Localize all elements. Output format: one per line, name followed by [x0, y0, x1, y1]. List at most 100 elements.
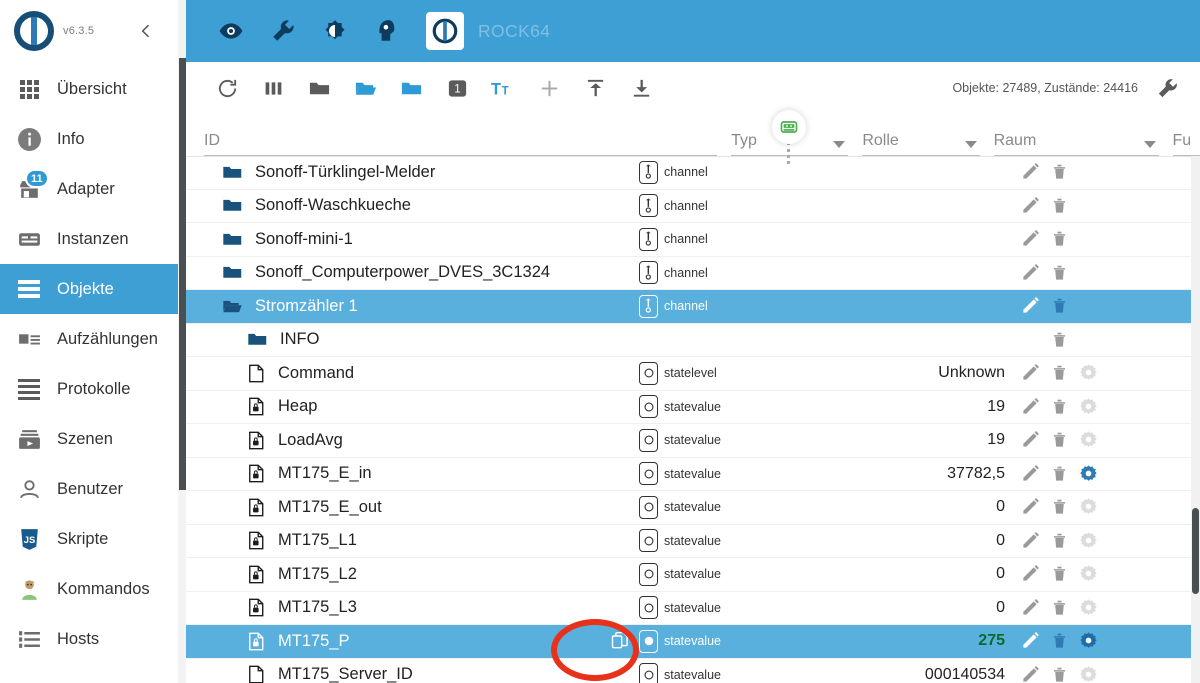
edit-icon[interactable] — [1021, 162, 1041, 182]
settings-gear-icon[interactable] — [1079, 430, 1099, 450]
settings-gear-icon[interactable] — [1079, 397, 1099, 417]
table-row[interactable]: Sonoff-Waschkueche channel — [186, 190, 1200, 224]
table-row[interactable]: Stromzähler 1 channel — [186, 290, 1200, 324]
sidebar-item-uebersicht[interactable]: Übersicht — [0, 64, 186, 114]
delete-icon[interactable] — [1050, 564, 1070, 584]
settings-gear-icon[interactable] — [1079, 531, 1099, 551]
brightness-icon[interactable] — [322, 18, 348, 44]
table-row[interactable]: MT175_P statevalue 275 — [186, 625, 1200, 659]
filter-function-select[interactable]: Fu — [1173, 132, 1200, 156]
sidebar-item-protokolle[interactable]: Protokolle — [0, 364, 186, 414]
row-name-cell[interactable]: INFO — [186, 329, 601, 350]
eye-icon[interactable] — [218, 18, 244, 44]
sidebar-item-instanzen[interactable]: Instanzen — [0, 214, 186, 264]
delete-icon[interactable] — [1050, 397, 1070, 417]
table-row[interactable]: MT175_Server_ID statevalue 000140534 — [186, 659, 1200, 683]
edit-icon[interactable] — [1021, 631, 1041, 651]
edit-icon[interactable] — [1021, 363, 1041, 383]
delete-icon[interactable] — [1050, 631, 1070, 651]
row-copy-cell[interactable] — [601, 631, 639, 651]
delete-icon[interactable] — [1050, 430, 1070, 450]
row-name-cell[interactable]: MT175_E_in — [186, 463, 601, 484]
row-name-cell[interactable]: Command — [186, 363, 601, 384]
sidebar-item-objekte[interactable]: Objekte — [0, 264, 186, 314]
table-scrollbar-track[interactable] — [1191, 156, 1200, 683]
edit-icon[interactable] — [1021, 665, 1041, 683]
edit-icon[interactable] — [1021, 598, 1041, 618]
table-scrollbar-thumb[interactable] — [1192, 508, 1199, 594]
settings-gear-icon[interactable] — [1079, 497, 1099, 517]
table-row[interactable]: MT175_L1 statevalue 0 — [186, 525, 1200, 559]
filter-room-select[interactable]: Raum — [994, 132, 1159, 156]
wrench-icon[interactable] — [270, 18, 296, 44]
delete-icon[interactable] — [1050, 665, 1070, 683]
row-name-cell[interactable]: MT175_L2 — [186, 564, 601, 585]
table-row[interactable]: MT175_E_in statevalue 37782,5 — [186, 458, 1200, 492]
settings-gear-icon[interactable] — [1079, 598, 1099, 618]
edit-icon[interactable] — [1021, 196, 1041, 216]
chevron-left-icon[interactable] — [134, 18, 158, 42]
settings-gear-icon[interactable] — [1079, 564, 1099, 584]
robot-hint-button[interactable] — [772, 110, 806, 144]
table-row[interactable]: Sonoff-Türklingel-Melder channel — [186, 156, 1200, 190]
delete-icon[interactable] — [1050, 497, 1070, 517]
delete-icon[interactable] — [1050, 296, 1070, 316]
sidebar-item-aufzaehlungen[interactable]: Aufzählungen — [0, 314, 186, 364]
sidebar-scrollbar-thumb[interactable] — [179, 58, 186, 490]
delete-icon[interactable] — [1050, 330, 1070, 350]
settings-gear-icon[interactable] — [1079, 665, 1099, 683]
edit-icon[interactable] — [1021, 464, 1041, 484]
filter-role-select[interactable]: Rolle — [862, 132, 979, 156]
edit-icon[interactable] — [1021, 263, 1041, 283]
row-name-cell[interactable]: MT175_P — [186, 631, 601, 652]
edit-icon[interactable] — [1021, 497, 1041, 517]
row-name-cell[interactable]: MT175_Server_ID — [186, 664, 601, 683]
edit-icon[interactable] — [1021, 397, 1041, 417]
edit-icon[interactable] — [1021, 229, 1041, 249]
delete-icon[interactable] — [1050, 196, 1070, 216]
delete-icon[interactable] — [1050, 464, 1070, 484]
edit-icon[interactable] — [1021, 430, 1041, 450]
table-row[interactable]: Heap statevalue 19 — [186, 391, 1200, 425]
settings-gear-icon[interactable] — [1079, 631, 1099, 651]
filter-id-input[interactable]: ID — [204, 132, 717, 156]
table-row[interactable]: Sonoff-mini-1 channel — [186, 223, 1200, 257]
collapse-all-folders-icon[interactable] — [296, 65, 342, 111]
delete-icon[interactable] — [1050, 263, 1070, 283]
delete-icon[interactable] — [1050, 229, 1070, 249]
row-name-cell[interactable]: Sonoff-Türklingel-Melder — [186, 162, 601, 183]
table-row[interactable]: MT175_L3 statevalue 0 — [186, 592, 1200, 626]
table-row[interactable]: Command statelevel Unknown — [186, 357, 1200, 391]
columns-icon[interactable] — [250, 65, 296, 111]
text-size-icon[interactable]: T T — [480, 65, 526, 111]
sidebar-item-kommandos[interactable]: Kommandos — [0, 564, 186, 614]
table-row[interactable]: MT175_L2 statevalue 0 — [186, 558, 1200, 592]
settings-wrench-icon[interactable] — [1152, 65, 1182, 111]
settings-gear-icon[interactable] — [1079, 464, 1099, 484]
sidebar-item-szenen[interactable]: Szenen — [0, 414, 186, 464]
delete-icon[interactable] — [1050, 598, 1070, 618]
delete-icon[interactable] — [1050, 162, 1070, 182]
head-icon[interactable] — [374, 18, 400, 44]
import-icon[interactable] — [572, 65, 618, 111]
row-name-cell[interactable]: LoadAvg — [186, 430, 601, 451]
delete-icon[interactable] — [1050, 363, 1070, 383]
sidebar-scrollbar-track[interactable] — [178, 0, 186, 683]
table-row[interactable]: Sonoff_Computerpower_DVES_3C1324 channel — [186, 257, 1200, 291]
edit-icon[interactable] — [1021, 531, 1041, 551]
row-name-cell[interactable]: MT175_E_out — [186, 497, 601, 518]
folder-icon[interactable] — [388, 65, 434, 111]
sidebar-item-info[interactable]: Info — [0, 114, 186, 164]
expand-folder-icon[interactable] — [342, 65, 388, 111]
row-name-cell[interactable]: Heap — [186, 396, 601, 417]
row-name-cell[interactable]: Sonoff_Computerpower_DVES_3C1324 — [186, 262, 601, 283]
row-name-cell[interactable]: MT175_L3 — [186, 597, 601, 618]
row-name-cell[interactable]: Sonoff-Waschkueche — [186, 195, 601, 216]
table-row[interactable]: LoadAvg statevalue 19 — [186, 424, 1200, 458]
row-name-cell[interactable]: Sonoff-mini-1 — [186, 229, 601, 250]
edit-icon[interactable] — [1021, 564, 1041, 584]
add-icon[interactable] — [526, 65, 572, 111]
edit-icon[interactable] — [1021, 296, 1041, 316]
expand-level-1-icon[interactable]: 1 — [434, 65, 480, 111]
sidebar-item-skripte[interactable]: JS Skripte — [0, 514, 186, 564]
